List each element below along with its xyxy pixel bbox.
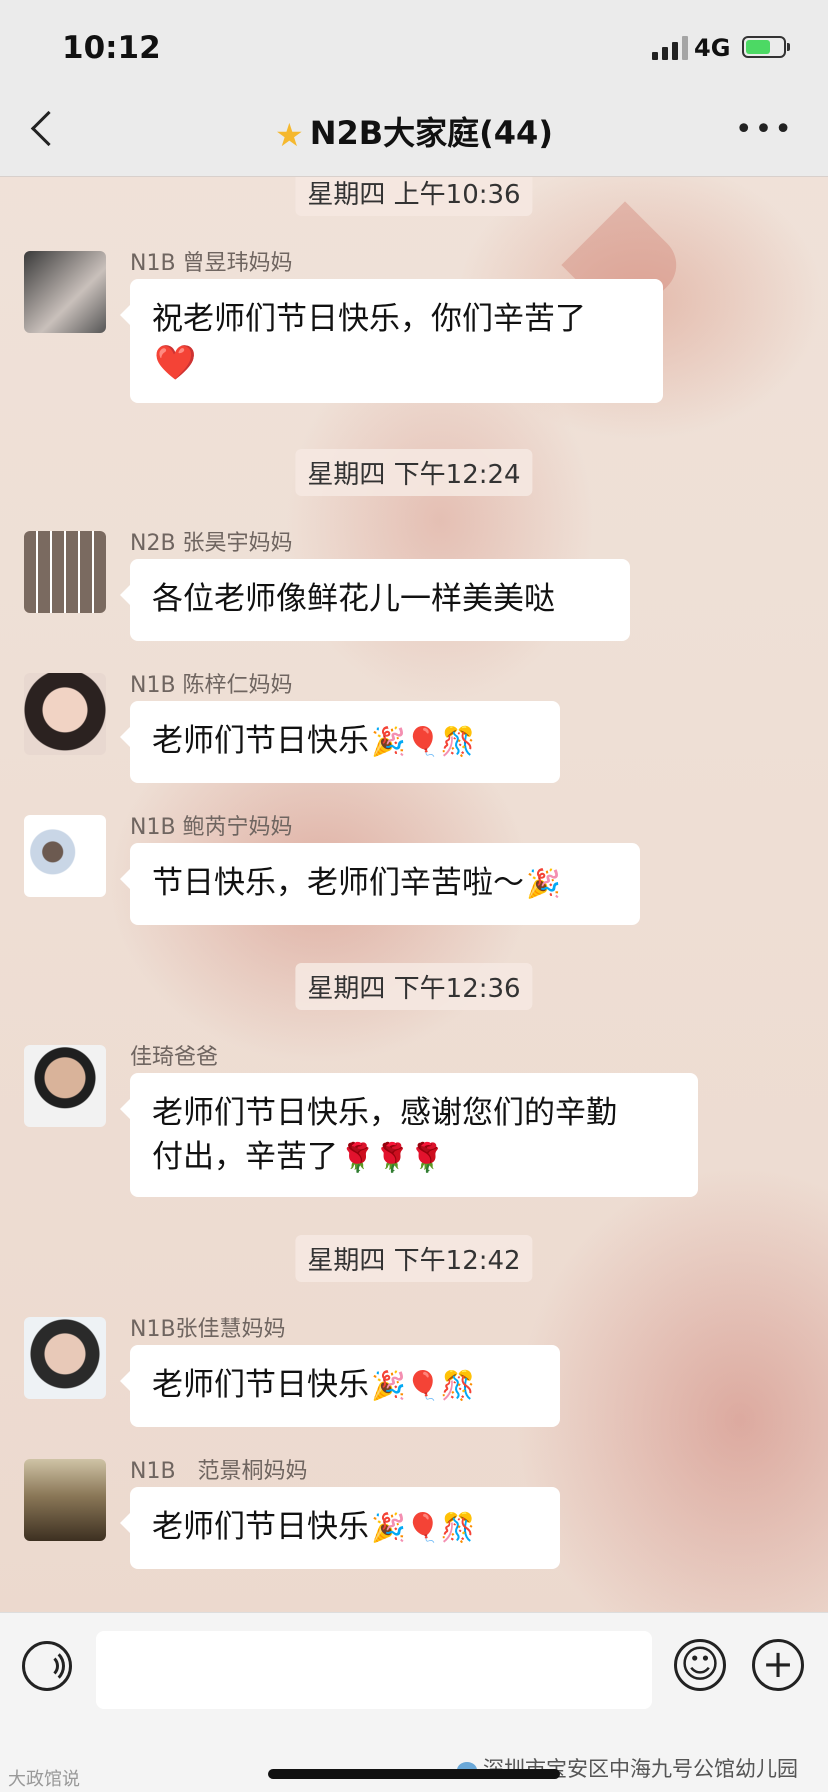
home-indicator[interactable] (268, 1769, 560, 1779)
message-input[interactable] (96, 1631, 652, 1709)
sender-name: N1B 鲍芮宁妈妈 (130, 815, 293, 840)
network-type: 4G (694, 34, 731, 62)
chat-area[interactable]: 星期四 上午10:36 N1B 曾昱玮妈妈 祝老师们节日快乐，你们辛苦了 ❤️ … (0, 177, 828, 1607)
sender-name: N1B张佳慧妈妈 (130, 1317, 286, 1342)
sender-name: N2B 张昊宇妈妈 (130, 531, 293, 556)
sender-name: N1B 曾昱玮妈妈 (130, 251, 293, 276)
plus-icon[interactable]: + (752, 1639, 804, 1691)
chat-screen: 10:12 4G ★ N2B大家庭(44) ••• 星期四 上午10:36 N1B… (0, 0, 828, 1792)
signal-icon (652, 36, 688, 60)
message-text: 老师们节日快乐 (152, 1509, 369, 1545)
party-emoji: 🎉🎈🎊 (371, 1369, 476, 1402)
party-emoji: 🎉🎈🎊 (371, 725, 476, 758)
nav-bar: ★ N2B大家庭(44) ••• (0, 90, 828, 177)
star-icon: ★ (275, 116, 304, 154)
sender-name: N1B 陈梓仁妈妈 (130, 673, 293, 698)
avatar[interactable] (24, 1317, 106, 1399)
message-text: 各位老师像鲜花儿一样美美哒 (152, 581, 555, 617)
timestamp: 星期四 上午10:36 (295, 177, 533, 216)
message-bubble[interactable]: 祝老师们节日快乐，你们辛苦了 ❤️ (120, 279, 663, 403)
timestamp: 星期四 下午12:36 (295, 963, 533, 1010)
avatar[interactable] (24, 531, 106, 613)
emoji-icon[interactable]: ☺ (674, 1639, 726, 1691)
timestamp: 星期四 下午12:24 (295, 449, 533, 496)
message-bubble[interactable]: 老师们节日快乐🎉🎈🎊 (120, 701, 560, 783)
message-bubble[interactable]: 老师们节日快乐🎉🎈🎊 (120, 1345, 560, 1427)
chat-title: N2B大家庭(44) (309, 114, 553, 152)
message-text: 祝老师们节日快乐，你们辛苦了 (152, 301, 586, 337)
avatar[interactable] (24, 1045, 106, 1127)
message-text-line2: 付出，辛苦了 (152, 1139, 338, 1175)
avatar[interactable] (24, 1459, 106, 1541)
message-text-line1: 老师们节日快乐，感谢您们的辛勤 (152, 1095, 617, 1131)
party-emoji: 🎉 (526, 867, 561, 900)
voice-icon[interactable] (22, 1641, 72, 1691)
sender-name: 佳琦爸爸 (130, 1045, 219, 1070)
sender-name: N1B 范景桐妈妈 (130, 1459, 308, 1484)
watermark-left: 大政馆说 (8, 1769, 80, 1790)
battery-icon (742, 36, 790, 58)
status-bar: 10:12 4G (0, 0, 828, 90)
timestamp: 星期四 下午12:42 (295, 1235, 533, 1282)
input-bar: ☺ + 大政馆说 深圳市宝安区中海九号公馆幼儿园 (0, 1612, 828, 1792)
heart-emoji: ❤️ (154, 343, 197, 383)
avatar[interactable] (24, 251, 106, 333)
message-bubble[interactable]: 节日快乐，老师们辛苦啦～🎉 (120, 843, 640, 925)
message-text: 老师们节日快乐 (152, 723, 369, 759)
message-bubble[interactable]: 老师们节日快乐，感谢您们的辛勤 付出，辛苦了🌹🌹🌹 (120, 1073, 698, 1197)
status-time: 10:12 (62, 30, 161, 66)
message-bubble[interactable]: 老师们节日快乐🎉🎈🎊 (120, 1487, 560, 1569)
rose-emoji: 🌹🌹🌹 (340, 1141, 445, 1174)
more-icon[interactable]: ••• (735, 115, 794, 145)
party-emoji: 🎉🎈🎊 (371, 1511, 476, 1544)
message-text: 节日快乐，老师们辛苦啦～ (152, 865, 524, 901)
message-bubble[interactable]: 各位老师像鲜花儿一样美美哒 (120, 559, 630, 641)
avatar[interactable] (24, 673, 106, 755)
message-text: 老师们节日快乐 (152, 1367, 369, 1403)
avatar[interactable] (24, 815, 106, 897)
chat-title-wrap: ★ N2B大家庭(44) (0, 108, 828, 154)
